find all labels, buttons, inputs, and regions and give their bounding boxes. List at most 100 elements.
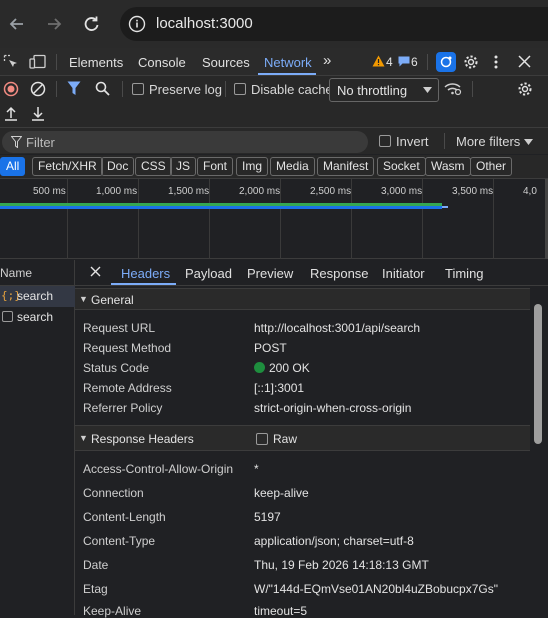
header-key: Keep-Alive — [83, 604, 142, 618]
section-title: Response Headers — [91, 432, 194, 446]
record-stop-icon[interactable] — [3, 81, 19, 97]
header-key: Etag — [83, 582, 108, 596]
request-details-panel: Headers Payload Preview Response Initiat… — [75, 260, 548, 618]
type-filter-socket[interactable]: Socket — [377, 157, 426, 176]
forward-arrow-icon[interactable] — [43, 13, 65, 35]
timeline-tick: 1,500 ms — [168, 186, 210, 197]
dropdown-caret-icon — [423, 87, 432, 93]
messages-count[interactable]: 6 — [411, 55, 418, 69]
more-filters-caret-icon — [524, 139, 533, 145]
clear-icon[interactable] — [30, 81, 46, 97]
name-column-header: Name — [0, 266, 33, 280]
tab-elements[interactable]: Elements — [69, 55, 123, 70]
network-conditions-icon[interactable] — [444, 81, 462, 97]
invert-checkbox[interactable] — [379, 135, 391, 147]
back-arrow-icon[interactable] — [6, 13, 28, 35]
type-filter-all[interactable]: All — [0, 157, 26, 176]
header-key: Content-Length — [83, 510, 166, 524]
request-list-header[interactable]: Name — [0, 260, 75, 286]
request-name: search — [17, 289, 54, 303]
message-icon[interactable] — [398, 56, 410, 67]
header-key: Connection — [83, 486, 144, 500]
header-value: POST — [254, 341, 287, 355]
type-filter-fetch-xhr[interactable]: Fetch/XHR — [32, 157, 103, 176]
type-filter-other[interactable]: Other — [470, 157, 513, 176]
ai-assistant-icon[interactable] — [436, 52, 456, 72]
type-filter-font[interactable]: Font — [197, 157, 234, 176]
network-settings-gear-icon[interactable] — [517, 81, 533, 97]
header-value: * — [254, 462, 259, 476]
timeline-tick: 3,500 ms — [452, 186, 494, 197]
waterfall-bar-download — [0, 206, 442, 209]
header-key: Content-Type — [83, 534, 156, 548]
tab-timing[interactable]: Timing — [445, 266, 484, 281]
warnings-count[interactable]: 4 — [386, 55, 393, 69]
tab-headers[interactable]: Headers — [121, 266, 170, 281]
network-toolbar: Preserve log Disable cache — [0, 76, 548, 128]
section-title: General — [91, 293, 134, 307]
request-row[interactable]: search — [0, 307, 75, 328]
type-filter-media[interactable]: Media — [270, 157, 315, 176]
header-value: W/"144d-EQmVse01AN20bl4uZBobucpx7Gs" — [254, 582, 498, 596]
raw-checkbox[interactable] — [256, 433, 268, 445]
tab-network[interactable]: Network — [264, 55, 312, 70]
disable-cache-checkbox[interactable] — [234, 83, 246, 95]
tab-preview[interactable]: Preview — [247, 266, 293, 281]
tab-sources[interactable]: Sources — [202, 55, 250, 70]
type-filter-img[interactable]: Img — [236, 157, 269, 176]
search-icon[interactable] — [95, 81, 110, 96]
tab-response[interactable]: Response — [310, 266, 369, 281]
response-headers-section-header[interactable]: ▼ Response Headers Raw — [75, 425, 530, 451]
checkbox-icon — [2, 311, 13, 322]
settings-gear-icon[interactable] — [463, 54, 479, 70]
address-bar[interactable]: localhost:3000 — [120, 7, 548, 41]
more-tabs-icon[interactable]: » — [323, 52, 331, 69]
active-tab-indicator — [258, 73, 316, 75]
header-key: Request URL — [83, 321, 156, 335]
filter-placeholder: Filter — [26, 135, 55, 150]
filter-input[interactable]: Filter — [2, 131, 368, 153]
timeline-tick: 3,000 ms — [381, 186, 423, 197]
warning-icon[interactable] — [372, 55, 385, 67]
general-section-header[interactable]: ▼ General — [75, 288, 530, 310]
tab-payload[interactable]: Payload — [185, 266, 232, 281]
header-value: http://localhost:3001/api/search — [254, 321, 421, 335]
site-info-icon[interactable] — [128, 15, 146, 33]
device-toolbar-icon[interactable] — [29, 54, 47, 70]
request-row-selected[interactable]: {;} search — [0, 286, 75, 307]
close-details-icon[interactable] — [90, 266, 101, 277]
address-url: localhost:3000 — [156, 15, 253, 32]
browser-toolbar: localhost:3000 — [0, 0, 548, 48]
type-filter-css[interactable]: CSS — [135, 157, 172, 176]
export-har-icon[interactable] — [31, 106, 45, 121]
header-key: Date — [83, 558, 109, 572]
tab-console[interactable]: Console — [138, 55, 186, 70]
details-scrollbar[interactable] — [534, 304, 542, 444]
request-name: search — [17, 310, 54, 324]
timeline-tick: 2,500 ms — [310, 186, 352, 197]
import-har-icon[interactable] — [4, 106, 18, 121]
header-value: timeout=5 — [254, 604, 308, 618]
header-value: 5197 — [254, 510, 281, 524]
type-filter-doc[interactable]: Doc — [101, 157, 135, 176]
header-value: Thu, 19 Feb 2026 14:18:13 GMT — [254, 558, 429, 572]
timeline-tick: 500 ms — [33, 186, 66, 197]
tab-initiator[interactable]: Initiator — [382, 266, 425, 281]
filter-funnel-icon[interactable] — [67, 81, 81, 96]
header-value: keep-alive — [254, 486, 309, 500]
type-filter-js[interactable]: JS — [170, 157, 197, 176]
disable-cache-label: Disable cache — [251, 82, 333, 97]
inspect-element-icon[interactable] — [3, 54, 19, 70]
preserve-log-checkbox[interactable] — [132, 83, 144, 95]
more-filters-button[interactable]: More filters — [456, 134, 520, 149]
close-devtools-icon[interactable] — [518, 55, 531, 68]
active-detail-tab-indicator — [111, 283, 176, 285]
header-key: Referrer Policy — [83, 401, 163, 415]
kebab-menu-icon[interactable] — [494, 54, 498, 70]
reload-icon[interactable] — [80, 13, 102, 35]
type-filter-manifest[interactable]: Manifest — [317, 157, 375, 176]
type-filter-wasm[interactable]: Wasm — [425, 157, 471, 176]
throttling-select[interactable]: No throttling — [329, 78, 439, 102]
header-value: [::1]:3001 — [254, 381, 305, 395]
header-value: application/json; charset=utf-8 — [254, 534, 414, 548]
